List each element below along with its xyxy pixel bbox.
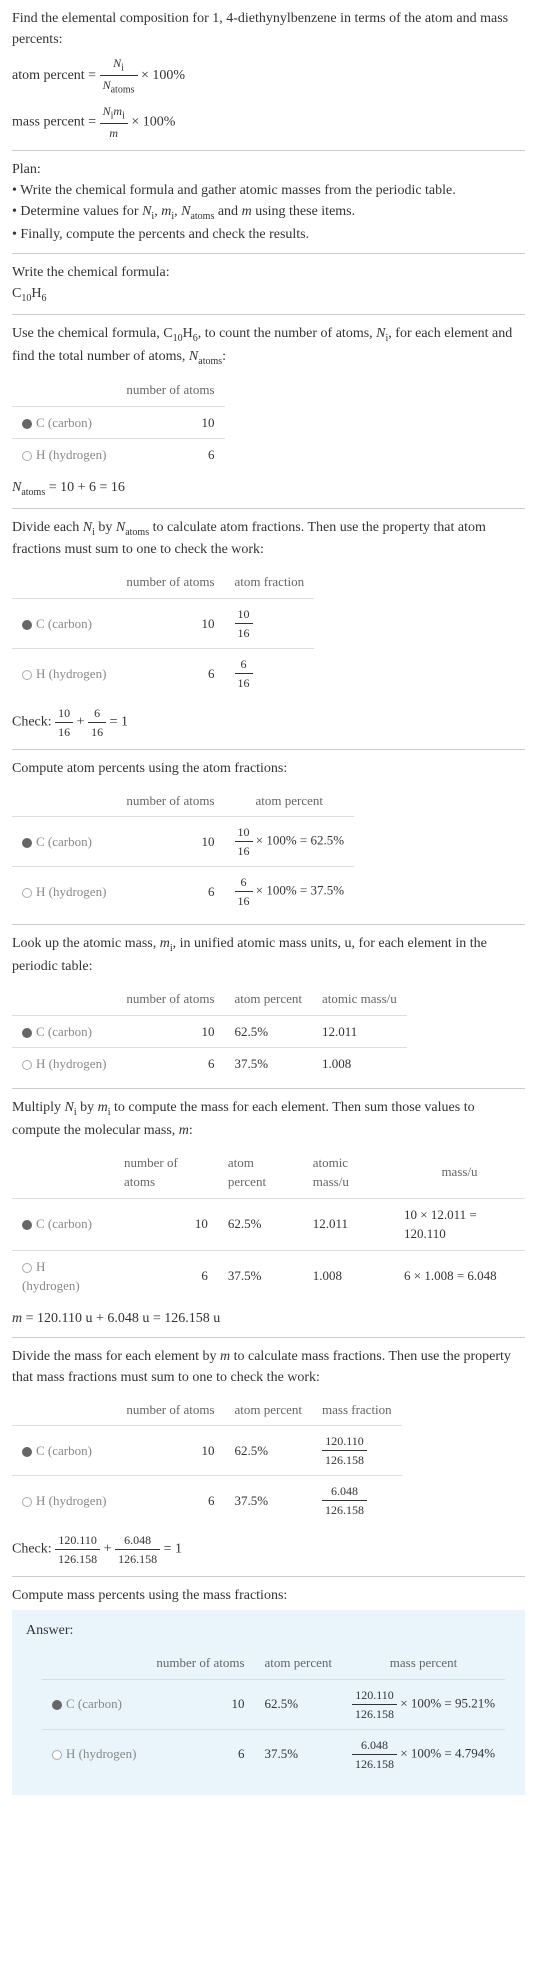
- plan-title: Plan:: [12, 159, 525, 180]
- plan-item: • Write the chemical formula and gather …: [12, 180, 525, 201]
- col-header: number of atoms: [116, 374, 224, 406]
- hydrogen-dot-icon: [22, 670, 32, 680]
- carbon-dot-icon: [52, 1700, 62, 1710]
- check-line: Check: 120.110126.158 + 6.048126.158 = 1: [12, 1531, 525, 1568]
- step-text: Look up the atomic mass, mi, in unified …: [12, 933, 525, 977]
- divider: [12, 253, 525, 254]
- step-formula: Write the chemical formula: C10H6: [12, 262, 525, 306]
- divider: [12, 508, 525, 509]
- divider: [12, 1337, 525, 1338]
- divider: [12, 150, 525, 151]
- document: Find the elemental composition for 1, 4-…: [0, 0, 537, 1803]
- carbon-dot-icon: [22, 838, 32, 848]
- atomic-mass-table: number of atomsatom percentatomic mass/u…: [12, 983, 407, 1080]
- carbon-dot-icon: [22, 1220, 32, 1230]
- plan-item: • Finally, compute the percents and chec…: [12, 224, 525, 245]
- mass-percent-formula: mass percent = Nimim × 100%: [12, 102, 525, 142]
- step-title: Write the chemical formula:: [12, 262, 525, 283]
- mass-fraction-table: number of atomsatom percentmass fraction…: [12, 1394, 402, 1526]
- plan-item: • Determine values for Ni, mi, Natoms an…: [12, 201, 525, 224]
- intro: Find the elemental composition for 1, 4-…: [12, 8, 525, 142]
- answer-label: Answer:: [26, 1620, 511, 1641]
- step-text: Divide each Ni by Natoms to calculate at…: [12, 517, 525, 561]
- carbon-dot-icon: [22, 1447, 32, 1457]
- step-text: Multiply Ni by mi to compute the mass fo…: [12, 1097, 525, 1141]
- atoms-table: number of atoms C (carbon)10 H (hydrogen…: [12, 374, 225, 471]
- natoms-total: Natoms = 10 + 6 = 16: [12, 477, 525, 500]
- step-title: Compute atom percents using the atom fra…: [12, 758, 525, 779]
- step-atom-fractions: Divide each Ni by Natoms to calculate at…: [12, 517, 525, 741]
- carbon-dot-icon: [22, 620, 32, 630]
- step-text: Use the chemical formula, C10H6, to coun…: [12, 323, 525, 369]
- hydrogen-dot-icon: [52, 1750, 62, 1760]
- hydrogen-dot-icon: [22, 888, 32, 898]
- plan: Plan: • Write the chemical formula and g…: [12, 159, 525, 245]
- step-mass-fractions: Divide the mass for each element by m to…: [12, 1346, 525, 1569]
- divider: [12, 749, 525, 750]
- mass-table: number of atomsatom percentatomic mass/u…: [12, 1147, 525, 1302]
- mass-total: m = 120.110 u + 6.048 u = 126.158 u: [12, 1308, 525, 1329]
- divider: [12, 924, 525, 925]
- step-text: Divide the mass for each element by m to…: [12, 1346, 525, 1388]
- intro-text: Find the elemental composition for 1, 4-…: [12, 8, 525, 50]
- atom-fraction-table: number of atomsatom fraction C (carbon)1…: [12, 566, 314, 698]
- carbon-dot-icon: [22, 419, 32, 429]
- hydrogen-dot-icon: [22, 1497, 32, 1507]
- divider: [12, 314, 525, 315]
- step-count-atoms: Use the chemical formula, C10H6, to coun…: [12, 323, 525, 500]
- carbon-dot-icon: [22, 1028, 32, 1038]
- hydrogen-dot-icon: [22, 1060, 32, 1070]
- answer-box: Answer: number of atomsatom percentmass …: [12, 1610, 525, 1795]
- step-atomic-mass: Look up the atomic mass, mi, in unified …: [12, 933, 525, 1079]
- step-title: Compute mass percents using the mass fra…: [12, 1585, 525, 1606]
- check-line: Check: 1016 + 616 = 1: [12, 704, 525, 741]
- chemical-formula: C10H6: [12, 283, 525, 306]
- element-row: C (carbon): [12, 406, 116, 439]
- answer-table: number of atomsatom percentmass percent …: [42, 1647, 505, 1779]
- element-row: H (hydrogen): [12, 439, 116, 471]
- step-mass-percents: Compute mass percents using the mass fra…: [12, 1585, 525, 1606]
- atom-percent-table: number of atomsatom percent C (carbon)10…: [12, 785, 354, 917]
- divider: [12, 1088, 525, 1089]
- hydrogen-dot-icon: [22, 451, 32, 461]
- atom-percent-formula: atom percent = NiNatoms × 100%: [12, 54, 525, 98]
- step-molecular-mass: Multiply Ni by mi to compute the mass fo…: [12, 1097, 525, 1329]
- divider: [12, 1576, 525, 1577]
- hydrogen-dot-icon: [22, 1263, 32, 1273]
- step-atom-percents: Compute atom percents using the atom fra…: [12, 758, 525, 917]
